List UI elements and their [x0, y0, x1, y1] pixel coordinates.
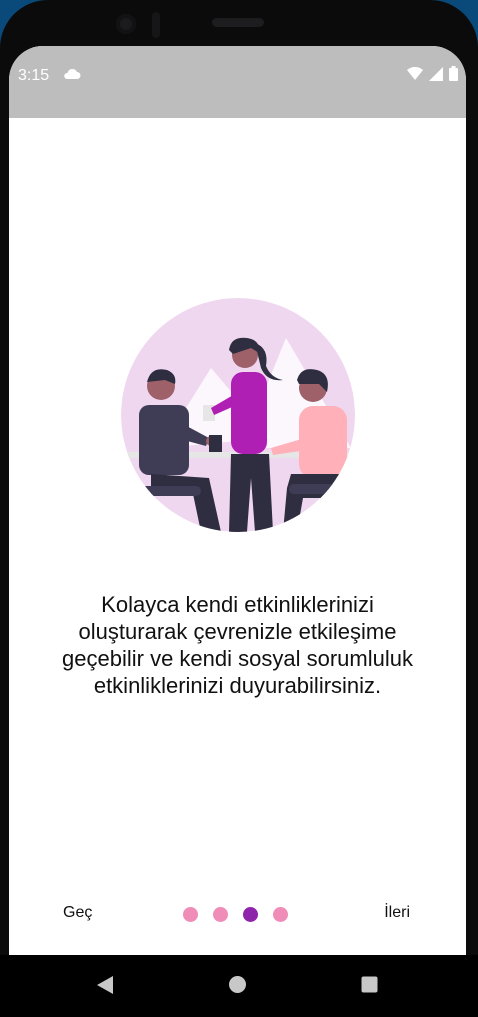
status-time: 3:15 — [18, 67, 50, 84]
back-icon[interactable] — [96, 975, 114, 995]
onboarding-message: Kolayca kendi etkinliklerinizi oluşturar… — [62, 592, 413, 698]
app-screen: 3:15 Kolayca kendi etkinliklerinizi oluş… — [9, 46, 466, 1006]
page-indicator — [183, 907, 288, 922]
earpiece-speaker — [212, 18, 264, 27]
page-dot-3-active[interactable] — [243, 907, 258, 922]
social-gathering-illustration — [121, 298, 355, 532]
page-dot-1[interactable] — [183, 907, 198, 922]
skip-button[interactable]: Geç — [63, 904, 92, 922]
wifi-icon — [407, 66, 423, 80]
sensor — [152, 12, 160, 38]
recents-icon[interactable] — [361, 976, 378, 993]
signal-icon — [429, 66, 443, 81]
home-icon[interactable] — [228, 975, 247, 994]
next-button[interactable]: İleri — [384, 904, 410, 922]
front-camera — [116, 14, 136, 34]
system-icons — [407, 66, 458, 81]
status-bar: 3:15 — [9, 46, 466, 118]
battery-icon — [449, 66, 458, 81]
phone-frame: 3:15 Kolayca kendi etkinliklerinizi oluş… — [0, 0, 478, 1017]
page-dot-4[interactable] — [273, 907, 288, 922]
page-dot-2[interactable] — [213, 907, 228, 922]
cloud-icon — [64, 68, 81, 79]
